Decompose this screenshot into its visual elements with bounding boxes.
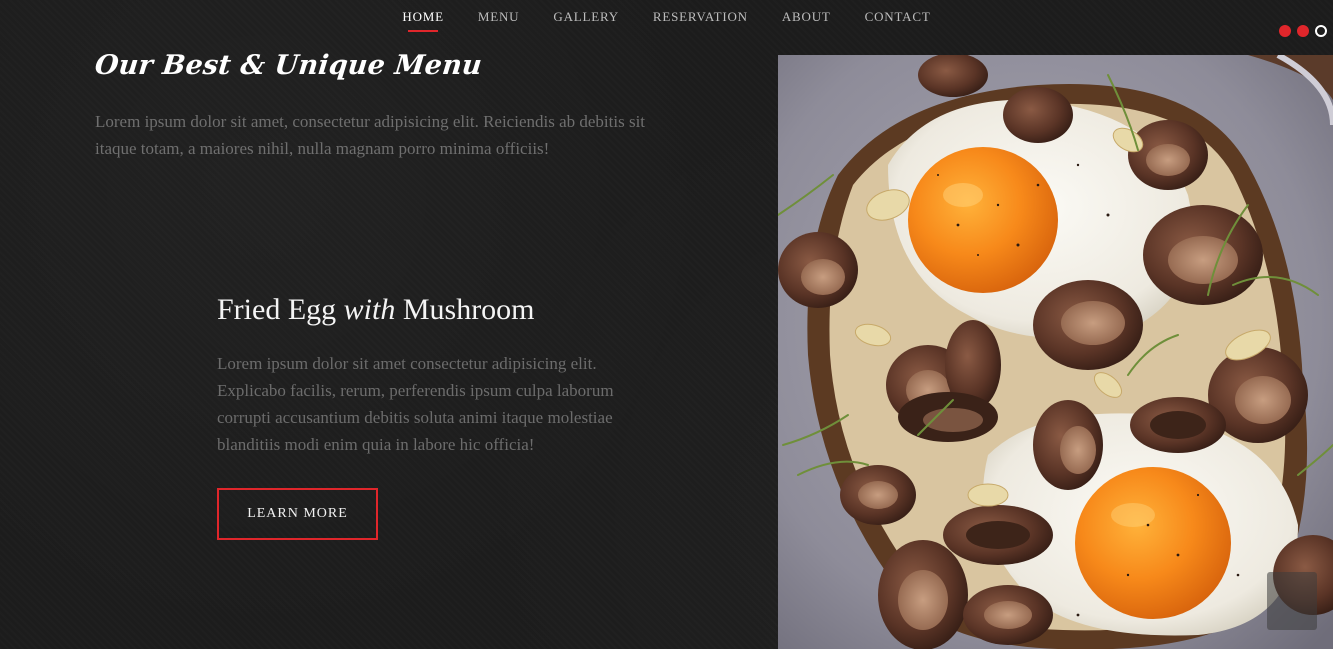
slider-dot-2[interactable] [1297, 25, 1309, 37]
slider-dots [1279, 25, 1327, 37]
scroll-to-top-button[interactable] [1267, 572, 1317, 630]
nav-item-about[interactable]: ABOUT [782, 9, 831, 25]
nav-item-contact[interactable]: CONTACT [865, 9, 931, 25]
nav-item-home[interactable]: HOME [402, 9, 443, 32]
section-description: Lorem ipsum dolor sit amet, consectetur … [95, 112, 646, 158]
dish-title-part1: Fried Egg [217, 293, 337, 326]
slider-dot-3-active[interactable] [1315, 25, 1327, 37]
learn-more-button[interactable]: LEARN MORE [217, 488, 378, 540]
section-title: Our Best & Unique Menu [93, 50, 484, 81]
slider-dot-1[interactable] [1279, 25, 1291, 37]
nav-item-reservation[interactable]: RESERVATION [653, 9, 748, 25]
dish-description: Lorem ipsum dolor sit amet consectetur a… [217, 354, 614, 454]
nav-item-gallery[interactable]: GALLERY [553, 9, 619, 25]
dish-title: Fried Egg with Mushroom [217, 293, 535, 327]
main-nav: HOME MENU GALLERY RESERVATION ABOUT CONT… [0, 0, 1333, 36]
nav-item-menu[interactable]: MENU [478, 9, 519, 25]
dish-title-part2: Mushroom [402, 293, 535, 326]
fried-egg-mushroom-photo [778, 55, 1333, 649]
dish-title-em: with [343, 293, 396, 326]
